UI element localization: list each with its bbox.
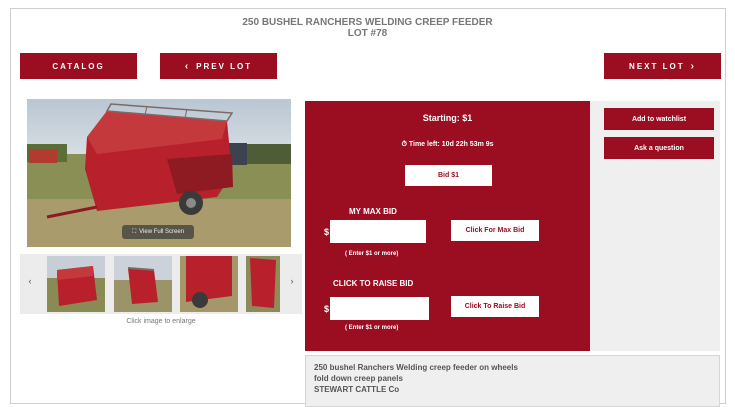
currency-symbol: $ bbox=[324, 227, 330, 237]
raise-bid-heading: CLICK TO RAISE BID bbox=[333, 279, 414, 288]
timer-icon: ⏱ bbox=[401, 141, 407, 148]
prev-lot-button[interactable]: ‹ PREV LOT bbox=[160, 53, 277, 79]
max-bid-input[interactable] bbox=[330, 220, 426, 243]
catalog-button[interactable]: CATALOG bbox=[20, 53, 137, 79]
view-full-screen-button[interactable]: ⛶ View Full Screen bbox=[122, 225, 194, 239]
view-full-label: View Full Screen bbox=[139, 229, 185, 235]
thumbnail-4[interactable] bbox=[246, 256, 280, 312]
main-photo[interactable]: ⛶ View Full Screen bbox=[27, 99, 291, 247]
bid-button[interactable]: Bid $1 bbox=[405, 165, 492, 186]
fullscreen-icon: ⛶ bbox=[131, 228, 137, 235]
lot-description: 250 bushel Ranchers Welding creep feeder… bbox=[305, 355, 720, 407]
side-actions: Add to watchlist Ask a question bbox=[590, 101, 720, 351]
time-left-label: Time left: 10d 22h 53m 9s bbox=[408, 141, 494, 148]
description-line: fold down creep panels bbox=[314, 374, 403, 383]
catalog-label: CATALOG bbox=[52, 61, 105, 71]
prev-lot-label: PREV LOT bbox=[196, 61, 253, 71]
time-left: ⏱ Time left: 10d 22h 53m 9s bbox=[305, 141, 590, 149]
chevron-left-icon[interactable]: ‹ bbox=[24, 276, 36, 286]
next-lot-label: NEXT LOT bbox=[629, 61, 685, 71]
gallery-caption: Click image to enlarge bbox=[126, 318, 196, 325]
ask-question-button[interactable]: Ask a question bbox=[604, 137, 714, 159]
bid-panel: Starting: $1 ⏱ Time left: 10d 22h 53m 9s… bbox=[305, 101, 590, 351]
thumbnail-2[interactable] bbox=[114, 256, 172, 312]
starting-price: Starting: $1 bbox=[422, 113, 473, 123]
chevron-right-icon[interactable]: › bbox=[286, 276, 298, 286]
raise-bid-hint: ( Enter $1 or more) bbox=[345, 325, 399, 331]
thumbnail-strip: ‹ › bbox=[20, 254, 302, 314]
max-bid-hint: ( Enter $1 or more) bbox=[345, 251, 399, 257]
thumbnail-1[interactable] bbox=[47, 256, 105, 312]
currency-symbol: $ bbox=[324, 304, 330, 314]
max-bid-button[interactable]: Click For Max Bid bbox=[451, 220, 539, 241]
lot-number: LOT #78 bbox=[347, 28, 388, 39]
description-line: STEWART CATTLE Co bbox=[314, 385, 400, 394]
max-bid-heading: MY MAX BID bbox=[349, 207, 397, 216]
thumbnail-3[interactable] bbox=[180, 256, 238, 312]
next-lot-button[interactable]: NEXT LOT › bbox=[604, 53, 721, 79]
add-to-watchlist-button[interactable]: Add to watchlist bbox=[604, 108, 714, 130]
lot-title: 250 BUSHEL RANCHERS WELDING CREEP FEEDER bbox=[242, 17, 493, 28]
chevron-right-icon: › bbox=[690, 60, 696, 72]
chevron-left-icon: ‹ bbox=[184, 60, 191, 72]
description-line: 250 bushel Ranchers Welding creep feeder… bbox=[314, 363, 518, 372]
raise-bid-button[interactable]: Click To Raise Bid bbox=[451, 296, 539, 317]
raise-bid-input[interactable] bbox=[330, 297, 429, 320]
